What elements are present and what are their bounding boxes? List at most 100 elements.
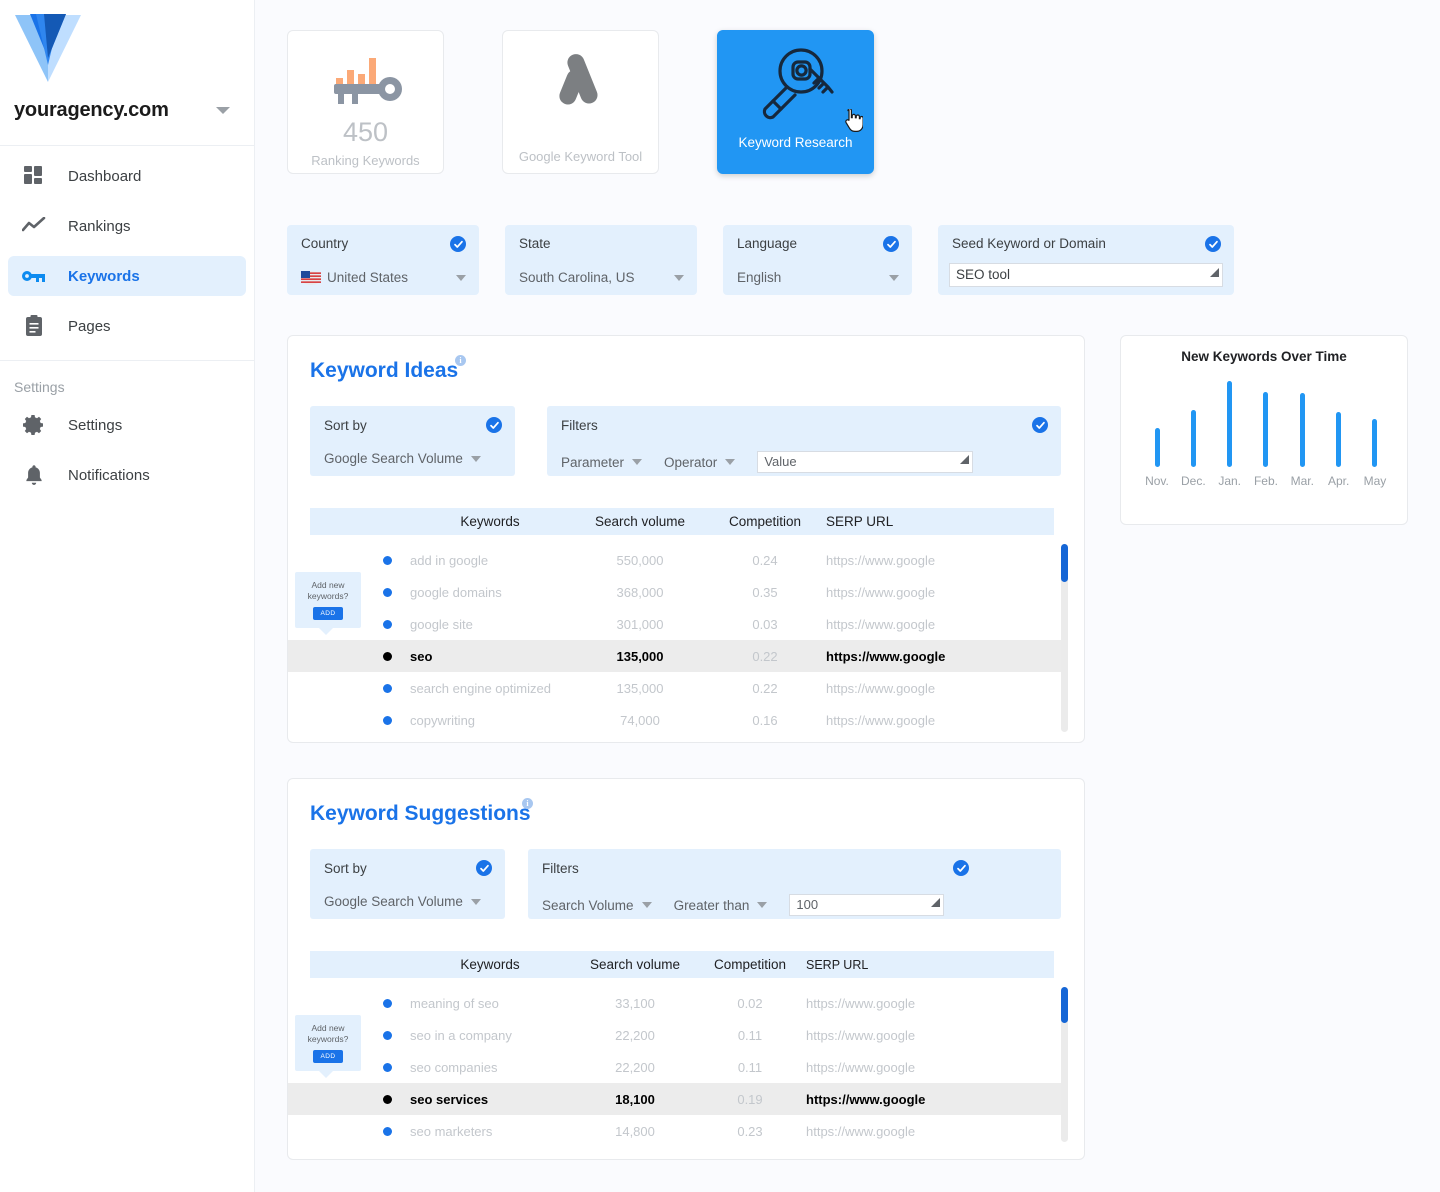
table-row-selected[interactable]: seo services 18,100 0.19 https://www.goo… — [288, 1083, 1062, 1115]
sort-by-dropdown[interactable]: Google Search Volume — [324, 894, 491, 909]
country-value-row[interactable]: United States — [301, 270, 466, 285]
chevron-down-icon[interactable] — [889, 274, 899, 281]
row-select-dot[interactable] — [310, 683, 410, 693]
table-row[interactable]: seo companies 22,200 0.11 https://www.go… — [310, 1051, 1054, 1083]
select-dot-icon[interactable] — [383, 619, 392, 629]
info-icon[interactable]: i — [522, 798, 533, 809]
sidebar-item-notifications[interactable]: Notifications — [8, 455, 246, 495]
table-row[interactable]: google domains 368,000 0.35 https://www.… — [310, 576, 1054, 608]
add-keywords-button[interactable]: ADD — [312, 607, 344, 621]
filter-operator-dropdown[interactable]: Greater than — [674, 898, 768, 913]
chevron-down-icon[interactable] — [757, 902, 768, 908]
language-value-row[interactable]: English — [737, 270, 899, 285]
country-label: Country — [301, 236, 349, 251]
sidebar-item-dashboard[interactable]: Dashboard — [8, 156, 246, 196]
chevron-down-icon[interactable] — [725, 459, 736, 465]
cell-serp-url[interactable]: https://www.google — [820, 681, 1040, 696]
cell-keyword: seo companies — [410, 1059, 498, 1075]
seed-keyword-input[interactable]: SEO tool — [949, 263, 1223, 287]
chevron-down-icon[interactable] — [641, 902, 652, 908]
select-dot-icon[interactable] — [383, 998, 392, 1008]
select-dot-icon[interactable] — [383, 651, 392, 661]
row-select-dot[interactable] — [310, 651, 410, 661]
select-dot-icon[interactable] — [383, 683, 392, 693]
row-select-dot[interactable] — [310, 1094, 410, 1104]
row-select-dot[interactable] — [310, 715, 410, 725]
row-select-dot[interactable] — [310, 1126, 410, 1136]
chevron-down-icon[interactable] — [632, 459, 643, 465]
add-keywords-button[interactable]: ADD — [312, 1050, 344, 1064]
table-row[interactable]: copywriting 74,000 0.16 https://www.goog… — [310, 704, 1054, 736]
sidebar-item-rankings[interactable]: Rankings — [8, 206, 246, 246]
sidebar-item-keywords[interactable]: Keywords — [8, 256, 246, 296]
resize-grip-icon[interactable] — [1210, 262, 1219, 284]
table-scrollbar[interactable] — [1061, 987, 1068, 1142]
column-header-search-volume[interactable]: Search volume — [570, 514, 710, 529]
table-scrollbar-thumb[interactable] — [1061, 987, 1068, 1023]
cell-serp-url[interactable]: https://www.google — [800, 1028, 1020, 1043]
state-selector[interactable]: State South Carolina, US — [505, 225, 697, 295]
chevron-down-icon[interactable] — [216, 106, 230, 114]
select-dot-icon[interactable] — [383, 715, 392, 725]
country-selector[interactable]: Country United States — [287, 225, 479, 295]
chart-bar — [1372, 419, 1378, 467]
cell-serp-url[interactable]: https://www.google — [800, 996, 1020, 1011]
sidebar-item-pages[interactable]: Pages — [8, 306, 246, 346]
chevron-down-icon[interactable] — [470, 455, 481, 462]
filter-value-input[interactable]: 100 — [789, 893, 945, 916]
cell-serp-url[interactable]: https://www.google — [820, 617, 1040, 632]
cell-serp-url[interactable]: https://www.google — [800, 1124, 1020, 1139]
cell-serp-url[interactable]: https://www.google — [820, 649, 1040, 664]
select-dot-icon[interactable] — [383, 1062, 392, 1072]
cell-serp-url[interactable]: https://www.google — [820, 713, 1040, 728]
table-scrollbar[interactable] — [1061, 544, 1068, 732]
column-header-keywords[interactable]: Keywords — [410, 514, 570, 529]
row-select-dot[interactable] — [310, 555, 410, 565]
table-row[interactable]: seo marketers 14,800 0.23 https://www.go… — [310, 1115, 1054, 1147]
row-select-dot[interactable] — [310, 998, 410, 1008]
filter-parameter-dropdown[interactable]: Search Volume — [542, 898, 652, 913]
column-header-competition[interactable]: Competition — [710, 514, 820, 529]
resize-grip-icon[interactable] — [960, 450, 970, 470]
table-row[interactable]: google site 301,000 0.03 https://www.goo… — [310, 608, 1054, 640]
table-row[interactable]: search engine optimized 135,000 0.22 htt… — [310, 672, 1054, 704]
cell-serp-url[interactable]: https://www.google — [800, 1092, 1020, 1107]
chevron-down-icon[interactable] — [470, 898, 481, 905]
select-dot-icon[interactable] — [383, 587, 392, 597]
filter-operator-dropdown[interactable]: Operator — [664, 455, 736, 470]
select-dot-icon[interactable] — [383, 1030, 392, 1040]
filter-parameter-dropdown[interactable]: Parameter — [561, 455, 643, 470]
tool-card-ranking-keywords[interactable]: 450 Ranking Keywords — [287, 30, 444, 174]
column-header-search-volume[interactable]: Search volume — [570, 957, 700, 972]
select-dot-icon[interactable] — [383, 1126, 392, 1136]
filter-value-input[interactable]: Value — [757, 450, 974, 473]
table-row[interactable]: seo in a company 22,200 0.11 https://www… — [310, 1019, 1054, 1051]
tool-card-google-keyword-tool[interactable]: Google Keyword Tool — [502, 30, 659, 174]
state-value-row[interactable]: South Carolina, US — [519, 270, 684, 285]
table-row-selected[interactable]: seo 135,000 0.22 https://www.google — [288, 640, 1062, 672]
cell-competition: 0.02 — [737, 995, 763, 1011]
chevron-down-icon[interactable] — [674, 274, 684, 281]
language-selector[interactable]: Language English — [723, 225, 912, 295]
column-header-competition[interactable]: Competition — [700, 957, 800, 972]
column-header-serp-url[interactable]: SERP URL — [820, 514, 1040, 529]
sort-by-dropdown[interactable]: Google Search Volume — [324, 451, 501, 466]
sidebar-item-settings[interactable]: Settings — [8, 405, 246, 445]
select-dot-icon[interactable] — [383, 555, 392, 565]
cell-serp-url[interactable]: https://www.google — [800, 1060, 1020, 1075]
column-header-keywords[interactable]: Keywords — [410, 957, 570, 972]
cell-serp-url[interactable]: https://www.google — [820, 553, 1040, 568]
brand-selector[interactable]: youragency.com — [0, 88, 254, 132]
tool-card-keyword-research[interactable]: Keyword Research — [717, 30, 874, 174]
column-header-serp-url[interactable]: SERP URL — [800, 958, 1020, 972]
chevron-down-icon[interactable] — [456, 274, 466, 281]
select-dot-icon[interactable] — [383, 1094, 392, 1104]
cell-serp-url[interactable]: https://www.google — [820, 585, 1040, 600]
seed-keyword-selector[interactable]: Seed Keyword or Domain SEO tool — [938, 225, 1234, 295]
table-row[interactable]: add in google 550,000 0.24 https://www.g… — [310, 544, 1054, 576]
table-row[interactable]: meaning of seo 33,100 0.02 https://www.g… — [310, 987, 1054, 1019]
sort-by-label: Sort by — [324, 418, 367, 433]
table-scrollbar-thumb[interactable] — [1061, 544, 1068, 582]
resize-grip-icon[interactable] — [931, 893, 941, 913]
info-icon[interactable]: i — [455, 355, 466, 366]
